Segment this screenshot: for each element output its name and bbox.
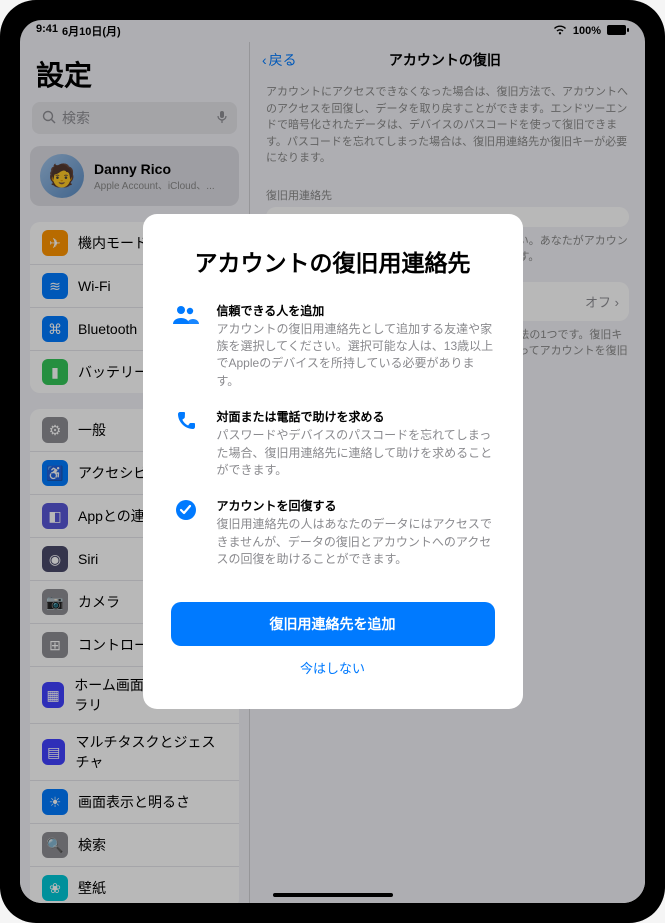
home-indicator[interactable] [273, 893, 393, 897]
feature-recover: アカウントを回復する 復旧用連絡先の人はあなたのデータにはアクセスできませんが、… [171, 497, 495, 568]
modal-title: アカウントの復旧用連絡先 [171, 244, 495, 278]
feature-desc: アカウントの復旧用連絡先として追加する友達や家族を選択してください。選択可能な人… [217, 321, 495, 391]
checkmark-circle-icon [171, 499, 201, 521]
phone-icon [171, 410, 201, 432]
modal-backdrop: アカウントの復旧用連絡先 信頼できる人を追加 アカウントの復旧用連絡先として追加… [20, 20, 645, 903]
not-now-button[interactable]: 今はしない [171, 646, 495, 689]
add-recovery-contact-button[interactable]: 復旧用連絡先を追加 [171, 602, 495, 646]
feature-desc: 復旧用連絡先の人はあなたのデータにはアクセスできませんが、データの復旧とアカウン… [217, 516, 495, 568]
feature-head: アカウントを回復する [217, 497, 495, 514]
feature-add-person: 信頼できる人を追加 アカウントの復旧用連絡先として追加する友達や家族を選択してく… [171, 302, 495, 391]
recovery-contact-modal: アカウントの復旧用連絡先 信頼できる人を追加 アカウントの復旧用連絡先として追加… [143, 214, 523, 710]
feature-head: 信頼できる人を追加 [217, 302, 495, 319]
people-icon [171, 304, 201, 324]
screen: 9:41 6月10日(月) 100% 設定 検索 [20, 20, 645, 903]
feature-desc: パスワードやデバイスのパスコードを忘れてしまった場合、復旧用連絡先に連絡して助け… [217, 427, 495, 479]
feature-ask-help: 対面または電話で助けを求める パスワードやデバイスのパスコードを忘れてしまった場… [171, 408, 495, 479]
device-frame: 9:41 6月10日(月) 100% 設定 検索 [0, 0, 665, 923]
feature-head: 対面または電話で助けを求める [217, 408, 495, 425]
